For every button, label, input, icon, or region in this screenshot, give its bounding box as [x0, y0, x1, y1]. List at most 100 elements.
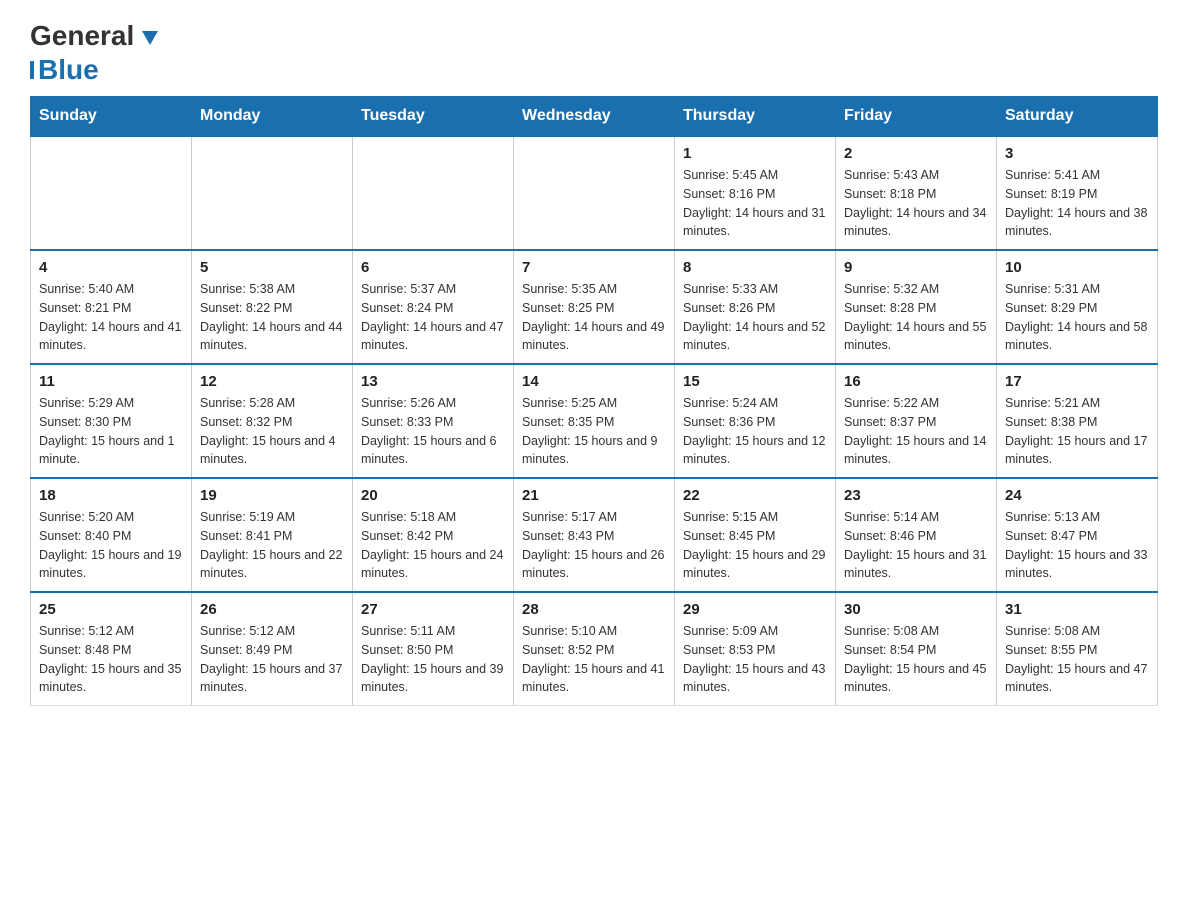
day-info: Sunrise: 5:08 AM Sunset: 8:55 PM Dayligh… — [1005, 622, 1149, 697]
calendar-week-row: 4 Sunrise: 5:40 AM Sunset: 8:21 PM Daylig… — [31, 250, 1158, 364]
day-number: 22 — [683, 487, 827, 504]
day-number: 16 — [844, 373, 988, 390]
day-number: 17 — [1005, 373, 1149, 390]
day-info: Sunrise: 5:15 AM Sunset: 8:45 PM Dayligh… — [683, 508, 827, 583]
day-info: Sunrise: 5:19 AM Sunset: 8:41 PM Dayligh… — [200, 508, 344, 583]
day-info: Sunrise: 5:33 AM Sunset: 8:26 PM Dayligh… — [683, 280, 827, 355]
logo-bar-icon — [30, 61, 34, 79]
day-info: Sunrise: 5:29 AM Sunset: 8:30 PM Dayligh… — [39, 394, 183, 469]
day-info: Sunrise: 5:20 AM Sunset: 8:40 PM Dayligh… — [39, 508, 183, 583]
calendar-cell: 12 Sunrise: 5:28 AM Sunset: 8:32 PM Dayli… — [192, 364, 353, 478]
calendar-cell: 20 Sunrise: 5:18 AM Sunset: 8:42 PM Dayli… — [353, 478, 514, 592]
day-info: Sunrise: 5:12 AM Sunset: 8:48 PM Dayligh… — [39, 622, 183, 697]
day-info: Sunrise: 5:10 AM Sunset: 8:52 PM Dayligh… — [522, 622, 666, 697]
day-number: 13 — [361, 373, 505, 390]
day-info: Sunrise: 5:21 AM Sunset: 8:38 PM Dayligh… — [1005, 394, 1149, 469]
calendar-cell: 7 Sunrise: 5:35 AM Sunset: 8:25 PM Daylig… — [514, 250, 675, 364]
day-number: 8 — [683, 259, 827, 276]
day-info: Sunrise: 5:35 AM Sunset: 8:25 PM Dayligh… — [522, 280, 666, 355]
day-info: Sunrise: 5:43 AM Sunset: 8:18 PM Dayligh… — [844, 166, 988, 241]
day-number: 10 — [1005, 259, 1149, 276]
calendar-week-row: 1 Sunrise: 5:45 AM Sunset: 8:16 PM Daylig… — [31, 136, 1158, 250]
logo-second-line: Blue — [30, 54, 99, 86]
day-number: 29 — [683, 601, 827, 618]
calendar-cell: 23Sunrise: 5:14 AM Sunset: 8:46 PM Dayli… — [836, 478, 997, 592]
calendar-cell: 16Sunrise: 5:22 AM Sunset: 8:37 PM Dayli… — [836, 364, 997, 478]
day-info: Sunrise: 5:12 AM Sunset: 8:49 PM Dayligh… — [200, 622, 344, 697]
col-friday: Friday — [836, 97, 997, 137]
day-number: 5 — [200, 259, 344, 276]
calendar-cell: 30Sunrise: 5:08 AM Sunset: 8:54 PM Dayli… — [836, 592, 997, 706]
calendar-cell: 11Sunrise: 5:29 AM Sunset: 8:30 PM Dayli… — [31, 364, 192, 478]
day-info: Sunrise: 5:14 AM Sunset: 8:46 PM Dayligh… — [844, 508, 988, 583]
calendar-cell: 9Sunrise: 5:32 AM Sunset: 8:28 PM Daylig… — [836, 250, 997, 364]
col-tuesday: Tuesday — [353, 97, 514, 137]
day-info: Sunrise: 5:31 AM Sunset: 8:29 PM Dayligh… — [1005, 280, 1149, 355]
day-info: Sunrise: 5:37 AM Sunset: 8:24 PM Dayligh… — [361, 280, 505, 355]
day-number: 20 — [361, 487, 505, 504]
page-header: General Blue — [30, 20, 1158, 86]
day-number: 6 — [361, 259, 505, 276]
calendar-cell: 1 Sunrise: 5:45 AM Sunset: 8:16 PM Daylig… — [675, 136, 836, 250]
calendar-cell: 10 Sunrise: 5:31 AM Sunset: 8:29 PM Dayli… — [997, 250, 1158, 364]
day-number: 27 — [361, 601, 505, 618]
day-info: Sunrise: 5:38 AM Sunset: 8:22 PM Dayligh… — [200, 280, 344, 355]
day-number: 12 — [200, 373, 344, 390]
day-info: Sunrise: 5:40 AM Sunset: 8:21 PM Dayligh… — [39, 280, 183, 355]
day-info: Sunrise: 5:32 AM Sunset: 8:28 PM Dayligh… — [844, 280, 988, 355]
day-info: Sunrise: 5:18 AM Sunset: 8:42 PM Dayligh… — [361, 508, 505, 583]
calendar-cell: 2 Sunrise: 5:43 AM Sunset: 8:18 PM Daylig… — [836, 136, 997, 250]
day-number: 25 — [39, 601, 183, 618]
calendar-cell: 6 Sunrise: 5:37 AM Sunset: 8:24 PM Daylig… — [353, 250, 514, 364]
day-number: 19 — [200, 487, 344, 504]
day-number: 1 — [683, 145, 827, 162]
logo-triangle-icon — [142, 31, 158, 50]
day-info: Sunrise: 5:28 AM Sunset: 8:32 PM Dayligh… — [200, 394, 344, 469]
day-info: Sunrise: 5:24 AM Sunset: 8:36 PM Dayligh… — [683, 394, 827, 469]
logo: General Blue — [30, 20, 158, 86]
calendar-week-row: 11Sunrise: 5:29 AM Sunset: 8:30 PM Dayli… — [31, 364, 1158, 478]
day-number: 26 — [200, 601, 344, 618]
calendar-cell: 27 Sunrise: 5:11 AM Sunset: 8:50 PM Dayli… — [353, 592, 514, 706]
calendar-cell: 21Sunrise: 5:17 AM Sunset: 8:43 PM Dayli… — [514, 478, 675, 592]
day-number: 31 — [1005, 601, 1149, 618]
calendar-cell: 14Sunrise: 5:25 AM Sunset: 8:35 PM Dayli… — [514, 364, 675, 478]
calendar-cell: 8 Sunrise: 5:33 AM Sunset: 8:26 PM Daylig… — [675, 250, 836, 364]
calendar-cell: 18 Sunrise: 5:20 AM Sunset: 8:40 PM Dayli… — [31, 478, 192, 592]
calendar-cell: 15 Sunrise: 5:24 AM Sunset: 8:36 PM Dayli… — [675, 364, 836, 478]
calendar-week-row: 18 Sunrise: 5:20 AM Sunset: 8:40 PM Dayli… — [31, 478, 1158, 592]
calendar-header-row: Sunday Monday Tuesday Wednesday Thursday… — [31, 97, 1158, 137]
day-number: 7 — [522, 259, 666, 276]
day-info: Sunrise: 5:41 AM Sunset: 8:19 PM Dayligh… — [1005, 166, 1149, 241]
day-info: Sunrise: 5:11 AM Sunset: 8:50 PM Dayligh… — [361, 622, 505, 697]
day-number: 15 — [683, 373, 827, 390]
calendar-cell: 13 Sunrise: 5:26 AM Sunset: 8:33 PM Dayli… — [353, 364, 514, 478]
day-info: Sunrise: 5:45 AM Sunset: 8:16 PM Dayligh… — [683, 166, 827, 241]
calendar-cell: 3 Sunrise: 5:41 AM Sunset: 8:19 PM Daylig… — [997, 136, 1158, 250]
day-info: Sunrise: 5:09 AM Sunset: 8:53 PM Dayligh… — [683, 622, 827, 697]
calendar-table: Sunday Monday Tuesday Wednesday Thursday… — [30, 96, 1158, 706]
day-number: 24 — [1005, 487, 1149, 504]
calendar-cell: 5 Sunrise: 5:38 AM Sunset: 8:22 PM Daylig… — [192, 250, 353, 364]
calendar-cell: 22 Sunrise: 5:15 AM Sunset: 8:45 PM Dayli… — [675, 478, 836, 592]
day-number: 18 — [39, 487, 183, 504]
logo-wordmark: General — [30, 20, 158, 52]
calendar-cell — [514, 136, 675, 250]
logo-text-black: General — [30, 20, 134, 51]
calendar-cell: 28 Sunrise: 5:10 AM Sunset: 8:52 PM Dayli… — [514, 592, 675, 706]
day-info: Sunrise: 5:13 AM Sunset: 8:47 PM Dayligh… — [1005, 508, 1149, 583]
day-info: Sunrise: 5:26 AM Sunset: 8:33 PM Dayligh… — [361, 394, 505, 469]
day-number: 28 — [522, 601, 666, 618]
day-info: Sunrise: 5:17 AM Sunset: 8:43 PM Dayligh… — [522, 508, 666, 583]
day-number: 3 — [1005, 145, 1149, 162]
col-saturday: Saturday — [997, 97, 1158, 137]
calendar-cell: 24 Sunrise: 5:13 AM Sunset: 8:47 PM Dayli… — [997, 478, 1158, 592]
calendar-cell — [192, 136, 353, 250]
calendar-cell: 4 Sunrise: 5:40 AM Sunset: 8:21 PM Daylig… — [31, 250, 192, 364]
day-number: 4 — [39, 259, 183, 276]
col-monday: Monday — [192, 97, 353, 137]
col-sunday: Sunday — [31, 97, 192, 137]
day-number: 2 — [844, 145, 988, 162]
day-info: Sunrise: 5:25 AM Sunset: 8:35 PM Dayligh… — [522, 394, 666, 469]
day-info: Sunrise: 5:08 AM Sunset: 8:54 PM Dayligh… — [844, 622, 988, 697]
